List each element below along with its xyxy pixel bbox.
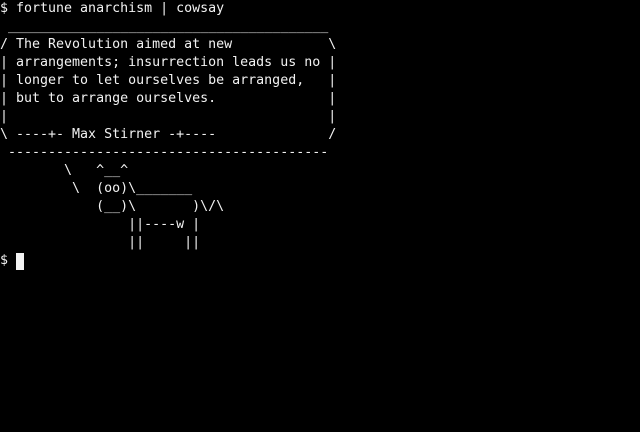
speech-bubble-attribution: \ ----+- Max Stirner -+---- / [0,127,337,142]
speech-bubble-line: | but to arrange ourselves. | [0,91,337,106]
terminal-window[interactable]: $ fortune anarchism | cowsay ___________… [0,0,640,432]
speech-bubble-line: | | [0,109,337,124]
prompt-line[interactable]: $ [0,252,640,270]
speech-bubble-top: ________________________________________ [0,19,329,34]
cow-art-line: \ ^__^ [0,163,129,178]
cursor [16,253,25,270]
cow-art-line: || || [0,235,201,250]
cowsay-output: ________________________________________… [0,18,640,252]
prompt: $ [0,253,17,268]
speech-bubble-bottom: ---------------------------------------- [0,145,329,160]
speech-bubble-line: | longer to let ourselves be arranged, | [0,73,337,88]
cow-art-line: ||----w | [0,217,201,232]
command-line: $ fortune anarchism | cowsay [0,1,225,16]
cow-art-line: \ (oo)\_______ [0,181,193,196]
speech-bubble-line: | arrangements; insurrection leads us no… [0,55,337,70]
speech-bubble-line: / The Revolution aimed at new \ [0,37,337,52]
cow-art-line: (__)\ )\/\ [0,199,225,214]
